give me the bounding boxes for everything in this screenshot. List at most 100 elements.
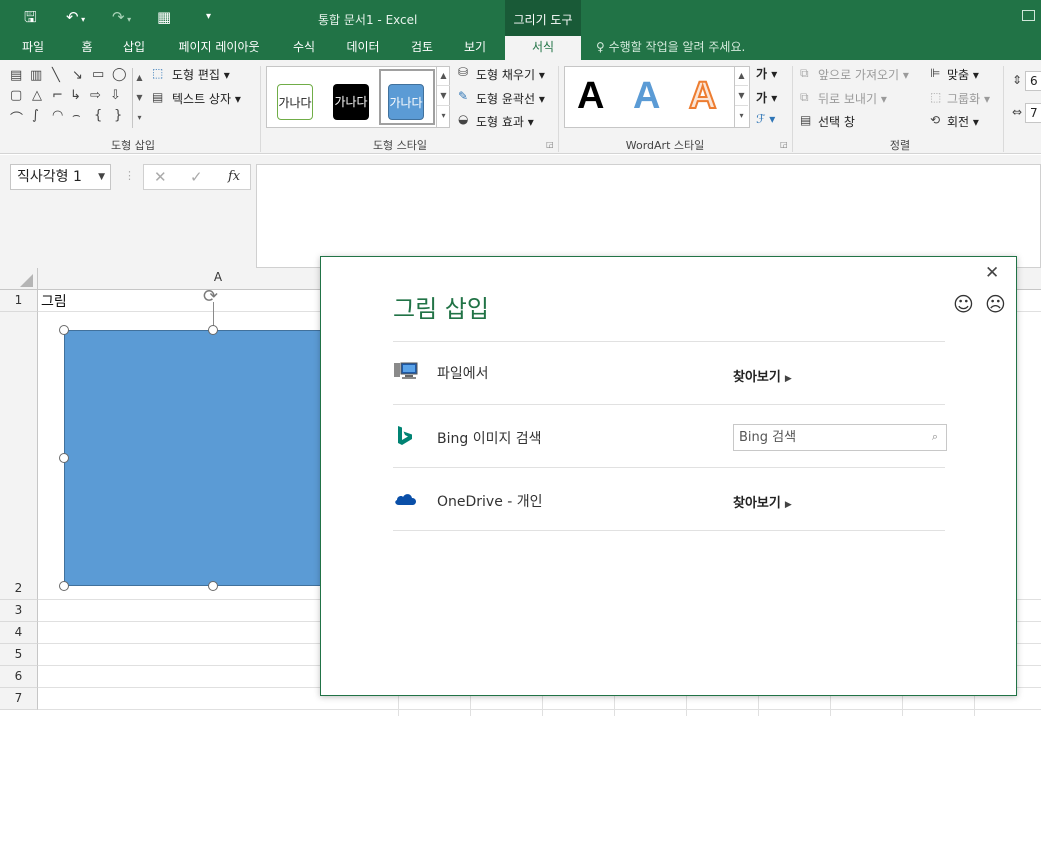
bing-image-search-label: Bing 이미지 검색 [437,431,542,447]
wordart-dialog-launcher-icon[interactable]: ◲ [780,140,788,149]
group-icon: ⬚ [930,90,942,104]
shapes-gallery[interactable]: ▤ ▥ ╲ ↘ ▭ ◯ ▢ △ ⌐ ↳ ⇨ ⇩ ⌒ ∫ ◠ ⌢ { } ▲ ▼ … [10,67,146,128]
send-backward-button[interactable]: 뒤로 보내기 ▾ [818,90,887,107]
shape-effects-button[interactable]: 도형 효과 ▾ [476,113,534,130]
from-file-browse-link[interactable]: 찾아보기 ▶ [733,366,792,385]
row-header-2[interactable]: 2 [0,312,38,600]
save-icon[interactable]: 🖫 [24,8,37,26]
arc-shape-icon[interactable]: ◠ [52,108,63,123]
shape-style-black[interactable]: 가나다 [333,84,369,120]
shape-style-outline[interactable]: 가나다 [277,84,313,120]
shape-width-input[interactable]: 7 [1025,103,1041,123]
onedrive-browse-link[interactable]: 찾아보기 ▶ [733,492,792,511]
redo-icon[interactable]: ↷ ▾ [112,8,131,29]
form-icon[interactable]: ▦ [157,8,171,26]
formula-input[interactable] [256,164,1041,268]
undo-icon[interactable]: ↶ ▾ [66,8,85,29]
from-file-label: 파일에서 [437,366,489,382]
formula-bar-grip-icon[interactable]: ⋮ [124,169,135,182]
shape-style-blue[interactable]: 가나다 [388,84,424,120]
name-box-dropdown-icon[interactable]: ▼ [98,165,105,189]
row-header-4[interactable]: 4 [0,622,38,644]
right-brace-shape-icon[interactable]: } [114,108,122,123]
bring-forward-button[interactable]: 앞으로 가져오기 ▾ [818,66,909,83]
text-box-button[interactable]: 텍스트 상자 ▾ [172,90,241,107]
close-icon[interactable]: ✕ [985,263,999,283]
ribbon-display-options-icon[interactable] [1022,10,1035,21]
resize-handle-top-left[interactable] [59,325,69,335]
rectangle-shape-icon[interactable]: ▭ [92,67,104,82]
divider [393,467,945,468]
wordart-styles-gallery[interactable]: A A A [564,66,750,128]
tab-data[interactable]: 데이터 [338,36,388,60]
tab-page-layout[interactable]: 페이지 레이아웃 [168,36,270,60]
insert-function-icon[interactable]: fx [228,169,240,184]
row-header-5[interactable]: 5 [0,644,38,666]
shape-outline-button[interactable]: 도형 윤곽선 ▾ [476,90,545,107]
shape-styles-scroll[interactable]: ▲ ▼ ▾ [436,66,450,128]
line-shape-icon[interactable]: ╲ [52,68,60,83]
cell-a1[interactable]: 그림 [41,291,67,311]
group-button[interactable]: 그룹화 ▾ [947,90,990,107]
select-all-triangle-icon [20,274,33,287]
oval-shape-icon[interactable]: ◯ [112,67,127,82]
tab-formulas[interactable]: 수식 [284,36,324,60]
wordart-style-orange-outline[interactable]: A [688,74,717,118]
triangle-shape-icon[interactable]: △ [32,88,42,103]
resize-handle-top[interactable] [208,325,218,335]
rotate-button[interactable]: 회전 ▾ [947,113,979,130]
search-icon[interactable]: ⌕ [932,430,938,444]
curve-shape-icon[interactable]: ⌢ [72,108,81,123]
cancel-icon[interactable]: ✕ [154,168,167,186]
align-button[interactable]: 맞춤 ▾ [947,66,979,83]
text-outline-icon[interactable]: 가 ▾ [756,89,777,106]
row-header-1[interactable]: 1 [0,290,38,312]
row-header-7[interactable]: 7 [0,688,38,710]
text-effects-icon[interactable]: ℱ ▾ [756,112,775,126]
rotate-handle-icon[interactable]: ⟳ [203,286,218,307]
resize-handle-bottom-left[interactable] [59,581,69,591]
name-box[interactable]: 직사각형 1 ▼ [10,164,111,190]
freeform-shape-icon[interactable]: ⌒ [10,108,23,127]
resize-handle-left[interactable] [59,453,69,463]
wordart-scroll[interactable]: ▲ ▼ ▾ [734,66,748,128]
selection-pane-button[interactable]: 선택 창 [818,113,855,130]
shape-styles-gallery[interactable]: 가나다 가나다 가나다 [266,66,450,128]
tab-format[interactable]: 서식 [505,36,581,60]
frown-feedback-icon[interactable]: ☹ [985,292,1006,316]
rectangle-shape[interactable] [64,330,334,586]
tab-file[interactable]: 파일 [12,36,54,60]
arrow-line-shape-icon[interactable]: ↘ [72,68,83,83]
select-all-button[interactable] [0,268,38,290]
rounded-rectangle-shape-icon[interactable]: ▢ [10,88,22,103]
tab-view[interactable]: 보기 [455,36,495,60]
tab-home[interactable]: 홈 [72,36,102,60]
smile-feedback-icon[interactable]: ☺ [953,292,974,316]
shapes-gallery-scroll[interactable]: ▲ ▼ ▾ [132,68,146,128]
row-header-3[interactable]: 3 [0,600,38,622]
tell-me-search[interactable]: ♀ 수행할 작업을 알려 주세요. [596,36,745,58]
tab-insert[interactable]: 삽입 [114,36,154,60]
enter-icon[interactable]: ✓ [190,168,203,186]
elbow-connector-icon[interactable]: ⌐ [52,88,63,103]
right-arrow-shape-icon[interactable]: ⇨ [90,88,101,103]
scribble-shape-icon[interactable]: ∫ [32,108,39,123]
resize-handle-bottom[interactable] [208,581,218,591]
wordart-styles-group-label: WordArt 스타일 [625,139,705,152]
wordart-style-black[interactable]: A [577,75,604,118]
down-arrow-shape-icon[interactable]: ⇩ [110,88,121,103]
text-box-shape-icon[interactable]: ▤ [10,68,22,83]
edit-shape-button[interactable]: 도형 편집 ▾ [172,66,230,83]
elbow-arrow-connector-icon[interactable]: ↳ [70,88,81,103]
bing-search-input[interactable] [734,425,914,450]
row-header-6[interactable]: 6 [0,666,38,688]
left-brace-shape-icon[interactable]: { [94,108,102,123]
shape-styles-dialog-launcher-icon[interactable]: ◲ [546,140,554,149]
customize-quick-access-icon[interactable]: ▾ [206,8,211,26]
tab-review[interactable]: 검토 [402,36,442,60]
wordart-style-blue[interactable]: A [633,75,660,118]
text-fill-icon[interactable]: 가 ▾ [756,65,777,82]
shape-height-input[interactable]: 6 [1025,71,1041,91]
vertical-text-box-shape-icon[interactable]: ▥ [30,68,42,83]
shape-fill-button[interactable]: 도형 채우기 ▾ [476,66,545,83]
